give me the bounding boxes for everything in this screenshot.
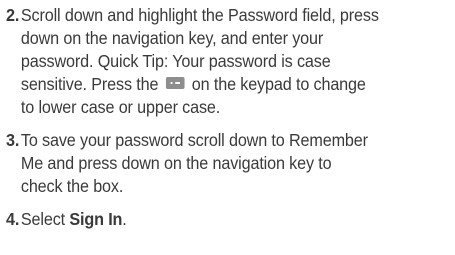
- step-3: 3. To save your password scroll down to …: [6, 129, 449, 198]
- sign-in-label: Sign In: [69, 209, 123, 229]
- step-line: to lower case or upper case.: [20, 97, 221, 117]
- step-line: check the box.: [20, 176, 124, 196]
- step-number: 3.: [6, 130, 20, 150]
- step-line: down on the navigation key, and enter yo…: [20, 28, 324, 48]
- step-line: Select Sign In.: [20, 209, 127, 229]
- step-2: 2. Scroll down and highlight the Passwor…: [6, 4, 449, 119]
- step-4: 4. Select Sign In.: [6, 208, 449, 231]
- instruction-document: 2. Scroll down and highlight the Passwor…: [6, 4, 420, 241]
- step-number: 4.: [6, 209, 20, 229]
- step-number: 2.: [6, 5, 20, 25]
- step-line: To save your password scroll down to Rem…: [20, 130, 368, 150]
- step-line: password. Quick Tip: Your password is ca…: [20, 51, 331, 71]
- shift-key-icon: [165, 77, 185, 89]
- step-line: sensitive. Press the on the keypad to cha…: [20, 74, 366, 94]
- step-line: Me and press down on the navigation key …: [20, 153, 332, 173]
- step-line: Scroll down and highlight the Password f…: [20, 5, 379, 25]
